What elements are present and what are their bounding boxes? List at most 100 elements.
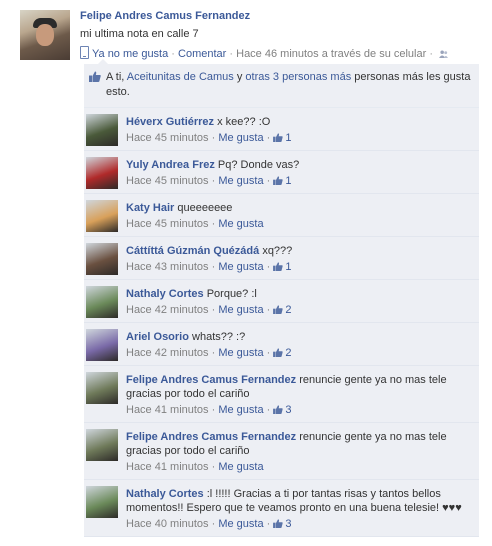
comment-body: Felipe Andres Camus Fernandez renuncie g… — [126, 373, 473, 417]
comment-like-link[interactable]: Me gusta — [218, 404, 263, 416]
commenter-name-link[interactable]: Nathaly Cortes — [126, 288, 204, 300]
commenter-avatar[interactable] — [86, 243, 118, 275]
like-thumb-icon — [273, 348, 284, 357]
like-count-number: 1 — [285, 132, 292, 144]
comment-timestamp[interactable]: Hace 41 minutos — [126, 404, 209, 416]
comment-line: Katy Hair queeeeeee — [126, 201, 473, 215]
comment-like-count[interactable]: 2 — [273, 347, 291, 359]
comment-line: Yuly Andrea Frez Pq? Donde vas? — [126, 158, 473, 172]
comment-like-count[interactable]: 1 — [273, 261, 291, 273]
comment-like-count[interactable]: 1 — [273, 175, 291, 187]
likes-you: A ti, — [106, 71, 125, 83]
comment-like-link[interactable]: Me gusta — [218, 461, 263, 473]
comment-body: Cáttíttá Gúzmán Quézádá xq??? Hace 43 min… — [126, 244, 473, 274]
comment-row: Yuly Andrea Frez Pq? Donde vas? Hace 45 m… — [84, 151, 479, 194]
comment-like-link[interactable]: Me gusta — [218, 347, 263, 359]
comment-body: Felipe Andres Camus Fernandez renuncie g… — [126, 430, 473, 474]
post-actions: Ya no me gusta · Comentar · Hace 46 minu… — [80, 46, 449, 60]
comment-row: Nathaly Cortes Porque? :l Hace 42 minutos… — [84, 280, 479, 323]
comment-text: whats?? :? — [192, 331, 246, 343]
commenter-name-link[interactable]: Felipe Andres Camus Fernandez — [126, 374, 296, 386]
commenter-avatar[interactable] — [86, 429, 118, 461]
comment-link[interactable]: Comentar — [178, 48, 226, 60]
comment-meta: Hace 45 minutos · Me gusta · 1 — [126, 132, 292, 144]
comment-meta: Hace 40 minutos · Me gusta · 3 — [126, 518, 292, 530]
comment-line: Héverx Gutiérrez x kee?? :O — [126, 115, 473, 129]
commenter-avatar[interactable] — [86, 486, 118, 518]
commenter-name-link[interactable]: Ariel Osorio — [126, 331, 189, 343]
post-timestamp[interactable]: Hace 46 minutos a través de su celular — [236, 48, 426, 60]
commenter-name-link[interactable]: Cáttíttá Gúzmán Quézádá — [126, 245, 259, 257]
comment-body: Nathaly Cortes Porque? :l Hace 42 minutos… — [126, 287, 473, 317]
like-count-number: 1 — [285, 175, 292, 187]
comment-text: Porque? :l — [206, 288, 257, 300]
comment-row: Nathaly Cortes :l !!!!! Gracias a ti por… — [84, 480, 479, 537]
comment-body: Nathaly Cortes :l !!!!! Gracias a ti por… — [126, 487, 473, 531]
comment-like-link[interactable]: Me gusta — [218, 175, 263, 187]
author-avatar[interactable] — [20, 10, 70, 60]
likes-others-link[interactable]: otras 3 personas más — [245, 71, 351, 83]
comment-list: Héverx Gutiérrez x kee?? :O Hace 45 minut… — [84, 108, 479, 537]
comment-row: Ariel Osorio whats?? :? Hace 42 minutos ·… — [84, 323, 479, 366]
comment-timestamp[interactable]: Hace 45 minutos — [126, 175, 209, 187]
commenter-avatar[interactable] — [86, 114, 118, 146]
comment-timestamp[interactable]: Hace 40 minutos — [126, 518, 209, 530]
comment-text: xq??? — [262, 245, 293, 257]
comment-like-count[interactable]: 3 — [273, 518, 291, 530]
likes-summary: A ti, Aceitunitas de Camus y otras 3 per… — [84, 64, 479, 108]
comment-meta: Hace 45 minutos · Me gusta · 1 — [126, 175, 292, 187]
post-message: mi ultima nota en calle 7 — [80, 28, 199, 40]
separator: · — [171, 48, 175, 60]
like-thumb-icon — [273, 262, 284, 271]
feedback-panel: A ti, Aceitunitas de Camus y otras 3 per… — [84, 59, 479, 537]
comment-timestamp[interactable]: Hace 41 minutos — [126, 461, 209, 473]
comment-like-link[interactable]: Me gusta — [218, 261, 263, 273]
comment-line: Ariel Osorio whats?? :? — [126, 330, 473, 344]
comment-like-link[interactable]: Me gusta — [218, 218, 263, 230]
comment-text: x kee?? :O — [217, 116, 271, 128]
comment-line: Nathaly Cortes Porque? :l — [126, 287, 473, 301]
like-thumb-icon — [89, 71, 101, 82]
commenter-avatar[interactable] — [86, 157, 118, 189]
post-author-link[interactable]: Felipe Andres Camus Fernandez — [80, 10, 250, 22]
comment-body: Yuly Andrea Frez Pq? Donde vas? Hace 45 m… — [126, 158, 473, 188]
comment-like-count[interactable]: 1 — [273, 132, 291, 144]
commenter-name-link[interactable]: Felipe Andres Camus Fernandez — [126, 431, 296, 443]
commenter-avatar[interactable] — [86, 200, 118, 232]
comment-meta: Hace 41 minutos · Me gusta — [126, 461, 264, 473]
likes-friend-link[interactable]: Aceitunitas de Camus — [127, 71, 234, 83]
friends-privacy-icon[interactable] — [439, 50, 449, 58]
commenter-avatar[interactable] — [86, 372, 118, 404]
like-thumb-icon — [273, 133, 284, 142]
comment-row: Héverx Gutiérrez x kee?? :O Hace 45 minut… — [84, 108, 479, 151]
commenter-avatar[interactable] — [86, 329, 118, 361]
comment-like-count[interactable]: 2 — [273, 304, 291, 316]
commenter-name-link[interactable]: Yuly Andrea Frez — [126, 159, 215, 171]
commenter-name-link[interactable]: Katy Hair — [126, 202, 174, 214]
like-count-number: 1 — [285, 261, 292, 273]
comment-meta: Hace 42 minutos · Me gusta · 2 — [126, 304, 292, 316]
comment-meta: Hace 42 minutos · Me gusta · 2 — [126, 347, 292, 359]
comment-row: Cáttíttá Gúzmán Quézádá xq??? Hace 43 min… — [84, 237, 479, 280]
comment-text: Pq? Donde vas? — [217, 159, 300, 171]
comment-like-link[interactable]: Me gusta — [218, 518, 263, 530]
comment-timestamp[interactable]: Hace 42 minutos — [126, 347, 209, 359]
comment-like-link[interactable]: Me gusta — [218, 132, 263, 144]
likes-and: y — [236, 71, 243, 83]
comment-meta: Hace 45 minutos · Me gusta — [126, 218, 264, 230]
comment-timestamp[interactable]: Hace 43 minutos — [126, 261, 209, 273]
comment-timestamp[interactable]: Hace 42 minutos — [126, 304, 209, 316]
commenter-name-link[interactable]: Nathaly Cortes — [126, 488, 204, 500]
comment-line: Cáttíttá Gúzmán Quézádá xq??? — [126, 244, 473, 258]
comment-timestamp[interactable]: Hace 45 minutos — [126, 218, 209, 230]
comment-body: Héverx Gutiérrez x kee?? :O Hace 45 minut… — [126, 115, 473, 145]
comment-like-count[interactable]: 3 — [273, 404, 291, 416]
avatar-face — [36, 24, 54, 46]
commenter-avatar[interactable] — [86, 286, 118, 318]
comment-line: Felipe Andres Camus Fernandez renuncie g… — [126, 430, 473, 458]
like-count-number: 3 — [285, 518, 292, 530]
comment-like-link[interactable]: Me gusta — [218, 304, 263, 316]
commenter-name-link[interactable]: Héverx Gutiérrez — [126, 116, 214, 128]
comment-body: Katy Hair queeeeeee Hace 45 minutos · Me … — [126, 201, 473, 231]
comment-timestamp[interactable]: Hace 45 minutos — [126, 132, 209, 144]
